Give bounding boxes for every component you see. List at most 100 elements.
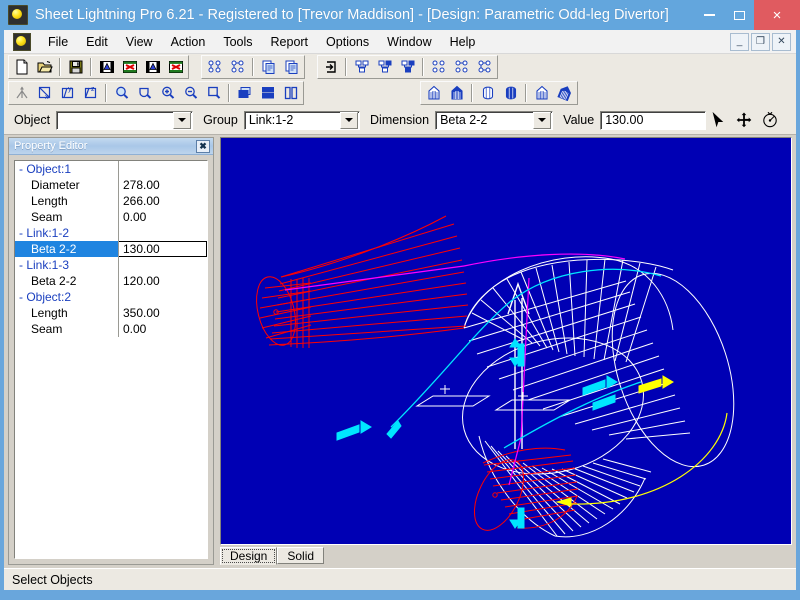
toolbar-separator bbox=[59, 58, 61, 76]
tab-solid[interactable]: Solid bbox=[277, 547, 325, 564]
property-row-value bbox=[119, 257, 207, 273]
menu-bar: File Edit View Action Tools Report Optio… bbox=[4, 30, 796, 54]
mdi-restore-button[interactable]: ❐ bbox=[751, 32, 770, 51]
menu-item-report[interactable]: Report bbox=[262, 32, 318, 52]
property-editor-close-icon[interactable]: ✖ bbox=[196, 139, 210, 153]
property-row-value[interactable]: 130.00 bbox=[119, 241, 207, 257]
window-close-button[interactable]: × bbox=[754, 0, 800, 30]
cylinder-outline-icon[interactable] bbox=[476, 83, 499, 103]
exit-door-icon[interactable] bbox=[319, 57, 342, 77]
group-combo-chevron-down-icon[interactable] bbox=[340, 111, 359, 129]
unfold-pattern-icon[interactable] bbox=[203, 57, 226, 77]
export-dxf-icon[interactable] bbox=[141, 57, 164, 77]
menu-item-edit[interactable]: Edit bbox=[77, 32, 117, 52]
save-disk-icon[interactable] bbox=[64, 57, 87, 77]
property-row-name: - Object:1 bbox=[15, 161, 119, 177]
nodes-partial-icon[interactable] bbox=[450, 57, 473, 77]
import-dxf-icon[interactable] bbox=[95, 57, 118, 77]
property-row[interactable]: - Link:1-2 bbox=[15, 225, 207, 241]
nodes-linked-icon[interactable] bbox=[473, 57, 496, 77]
property-row[interactable]: - Link:1-3 bbox=[15, 257, 207, 273]
select-arrow-icon[interactable] bbox=[706, 109, 730, 131]
property-row-value bbox=[119, 289, 207, 305]
toolbar-group-pattern bbox=[201, 55, 305, 79]
menu-item-file[interactable]: File bbox=[39, 32, 77, 52]
nest-pattern-icon[interactable] bbox=[226, 57, 249, 77]
menu-item-help[interactable]: Help bbox=[441, 32, 485, 52]
toolbar-group-links bbox=[317, 55, 498, 79]
dimension-combo-chevron-down-icon[interactable] bbox=[533, 111, 552, 129]
develop-outline-icon[interactable] bbox=[422, 83, 445, 103]
property-row[interactable]: Length 350.00 bbox=[15, 305, 207, 321]
value-input[interactable]: 130.00 bbox=[600, 110, 706, 130]
property-row-value: 0.00 bbox=[123, 322, 147, 336]
window-minimize-button[interactable] bbox=[694, 0, 724, 30]
zoom-fit-icon[interactable] bbox=[133, 83, 156, 103]
property-row-value: 0.00 bbox=[123, 210, 147, 224]
property-row[interactable]: Beta 2-2 130.00 bbox=[15, 241, 207, 257]
tile-horizontal-icon[interactable] bbox=[256, 83, 279, 103]
property-row[interactable]: Beta 2-2 120.00 bbox=[15, 273, 207, 289]
object-label: Object bbox=[14, 113, 51, 127]
value-label: Value bbox=[563, 113, 595, 127]
cylinder-solid-icon[interactable] bbox=[499, 83, 522, 103]
property-row-name: Beta 2-2 bbox=[15, 273, 119, 289]
zoom-out-icon[interactable] bbox=[179, 83, 202, 103]
object-combo[interactable] bbox=[56, 110, 194, 130]
menu-item-view[interactable]: View bbox=[117, 32, 162, 52]
property-row[interactable]: - Object:2 bbox=[15, 289, 207, 305]
rotate-x-icon[interactable]: x bbox=[33, 83, 56, 103]
property-row[interactable]: - Object:1 bbox=[15, 161, 207, 177]
mdi-close-button[interactable]: ✕ bbox=[772, 32, 791, 51]
rotate-y-icon[interactable]: y bbox=[56, 83, 79, 103]
design-viewport[interactable] bbox=[220, 137, 792, 545]
menu-item-tools[interactable]: Tools bbox=[214, 32, 261, 52]
toolbar-separator bbox=[525, 84, 527, 102]
dimension-combo[interactable]: Beta 2-2 bbox=[435, 110, 554, 130]
property-row[interactable]: Diameter 278.00 bbox=[15, 177, 207, 193]
paste-icon[interactable] bbox=[280, 57, 303, 77]
toolbar-separator bbox=[422, 58, 424, 76]
window-controls: × bbox=[694, 0, 800, 30]
mode-button-group bbox=[706, 109, 796, 131]
zoom-window-icon[interactable] bbox=[110, 83, 133, 103]
nodes-outline-icon[interactable] bbox=[427, 57, 450, 77]
transition-outline-icon[interactable] bbox=[530, 83, 553, 103]
property-row-value bbox=[119, 161, 207, 177]
property-row[interactable]: Length 266.00 bbox=[15, 193, 207, 209]
property-editor-grid[interactable]: - Object:1 Diameter 278.00 Length 266.00 Seam… bbox=[14, 160, 208, 559]
tile-cascade-icon[interactable] bbox=[233, 83, 256, 103]
document-system-icon[interactable] bbox=[13, 32, 31, 51]
zoom-previous-icon[interactable] bbox=[202, 83, 225, 103]
object-combo-chevron-down-icon[interactable] bbox=[173, 111, 192, 129]
menu-item-options[interactable]: Options bbox=[317, 32, 378, 52]
copy-icon[interactable] bbox=[257, 57, 280, 77]
property-row[interactable]: Seam 0.00 bbox=[15, 209, 207, 225]
link-top-selected-icon[interactable] bbox=[373, 57, 396, 77]
property-row-name: - Object:2 bbox=[15, 289, 119, 305]
dimension-label: Dimension bbox=[370, 113, 430, 127]
menu-item-window[interactable]: Window bbox=[378, 32, 440, 52]
link-outline-icon[interactable] bbox=[350, 57, 373, 77]
tile-vertical-icon[interactable] bbox=[279, 83, 302, 103]
toolbar-separator bbox=[228, 84, 230, 102]
rotate-z-icon[interactable]: z bbox=[79, 83, 102, 103]
menu-item-action[interactable]: Action bbox=[162, 32, 215, 52]
develop-solid-icon[interactable] bbox=[445, 83, 468, 103]
group-combo[interactable]: Link:1-2 bbox=[243, 110, 361, 130]
mdi-minimize-button[interactable]: _ bbox=[730, 32, 749, 51]
open-folder-icon[interactable] bbox=[33, 57, 56, 77]
transition-solid-icon[interactable] bbox=[553, 83, 576, 103]
export-drawing-icon[interactable] bbox=[164, 57, 187, 77]
orbit-rotate-icon[interactable] bbox=[758, 109, 782, 131]
new-document-icon[interactable] bbox=[10, 57, 33, 77]
link-bottom-selected-icon[interactable] bbox=[396, 57, 419, 77]
property-row[interactable]: Seam 0.00 bbox=[15, 321, 207, 337]
axis-tripod-icon[interactable] bbox=[10, 83, 33, 103]
zoom-in-icon[interactable] bbox=[156, 83, 179, 103]
property-row-name: Seam bbox=[15, 209, 119, 225]
pan-move-icon[interactable] bbox=[732, 109, 756, 131]
import-drawing-icon[interactable] bbox=[118, 57, 141, 77]
window-maximize-button[interactable] bbox=[724, 0, 754, 30]
tab-design[interactable]: Design bbox=[220, 547, 278, 565]
